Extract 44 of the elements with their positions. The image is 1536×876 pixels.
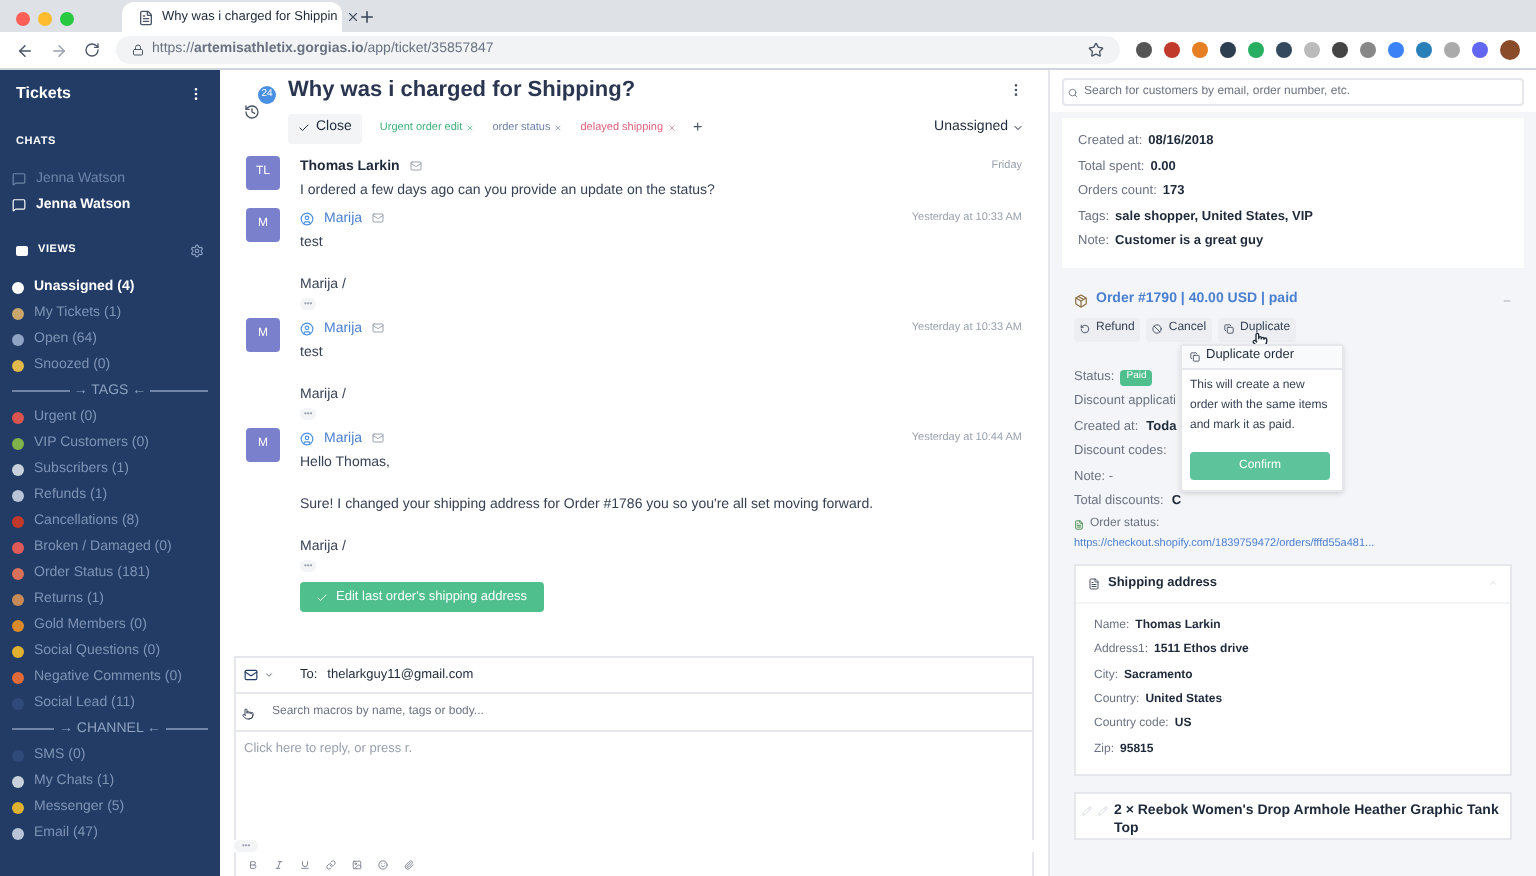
new-tab-icon[interactable] (358, 8, 376, 26)
history-icon[interactable] (244, 104, 260, 120)
reload-icon[interactable] (84, 42, 100, 58)
profile-avatar[interactable] (1500, 40, 1520, 60)
copy-icon (1224, 324, 1235, 334)
image-icon[interactable] (352, 859, 362, 869)
underline-icon[interactable] (300, 859, 310, 869)
emoji-icon[interactable] (378, 859, 388, 869)
star-icon[interactable] (1088, 42, 1104, 58)
close-icon[interactable] (345, 10, 360, 24)
italic-icon[interactable] (274, 859, 284, 869)
document-icon (138, 9, 154, 25)
mail-icon (409, 160, 422, 172)
settings-icon[interactable] (190, 243, 204, 258)
address-icon (1088, 577, 1100, 589)
check-icon (316, 591, 328, 603)
mail-icon (372, 322, 385, 334)
back-icon[interactable] (16, 41, 34, 59)
copy-icon (1190, 351, 1200, 361)
forward-icon[interactable] (50, 41, 68, 59)
chat-icon (12, 198, 26, 213)
refund-icon (1080, 324, 1090, 334)
lock-icon (132, 44, 144, 56)
caret-icon[interactable] (264, 670, 274, 680)
add-tag-button[interactable]: + (693, 116, 703, 140)
ticket-title: Why was i charged for Shipping? (288, 75, 636, 106)
caret-icon (1012, 122, 1024, 134)
mail-icon (372, 432, 385, 444)
receipt-icon (1074, 520, 1084, 530)
link-icon[interactable] (326, 859, 336, 869)
cancel-icon (1152, 324, 1163, 334)
bold-icon[interactable] (248, 859, 258, 869)
check-icon (298, 122, 310, 134)
sidebar-title: Tickets (16, 82, 71, 106)
user-icon (300, 211, 314, 225)
user-icon (300, 431, 314, 445)
user-icon (300, 321, 314, 335)
mail-icon (372, 212, 385, 224)
chat-icon (12, 172, 26, 187)
search-icon (1068, 87, 1078, 97)
package-icon (1074, 294, 1088, 308)
attachment-icon[interactable] (404, 859, 414, 869)
mail-icon[interactable] (244, 668, 258, 682)
views-icon (16, 245, 28, 256)
